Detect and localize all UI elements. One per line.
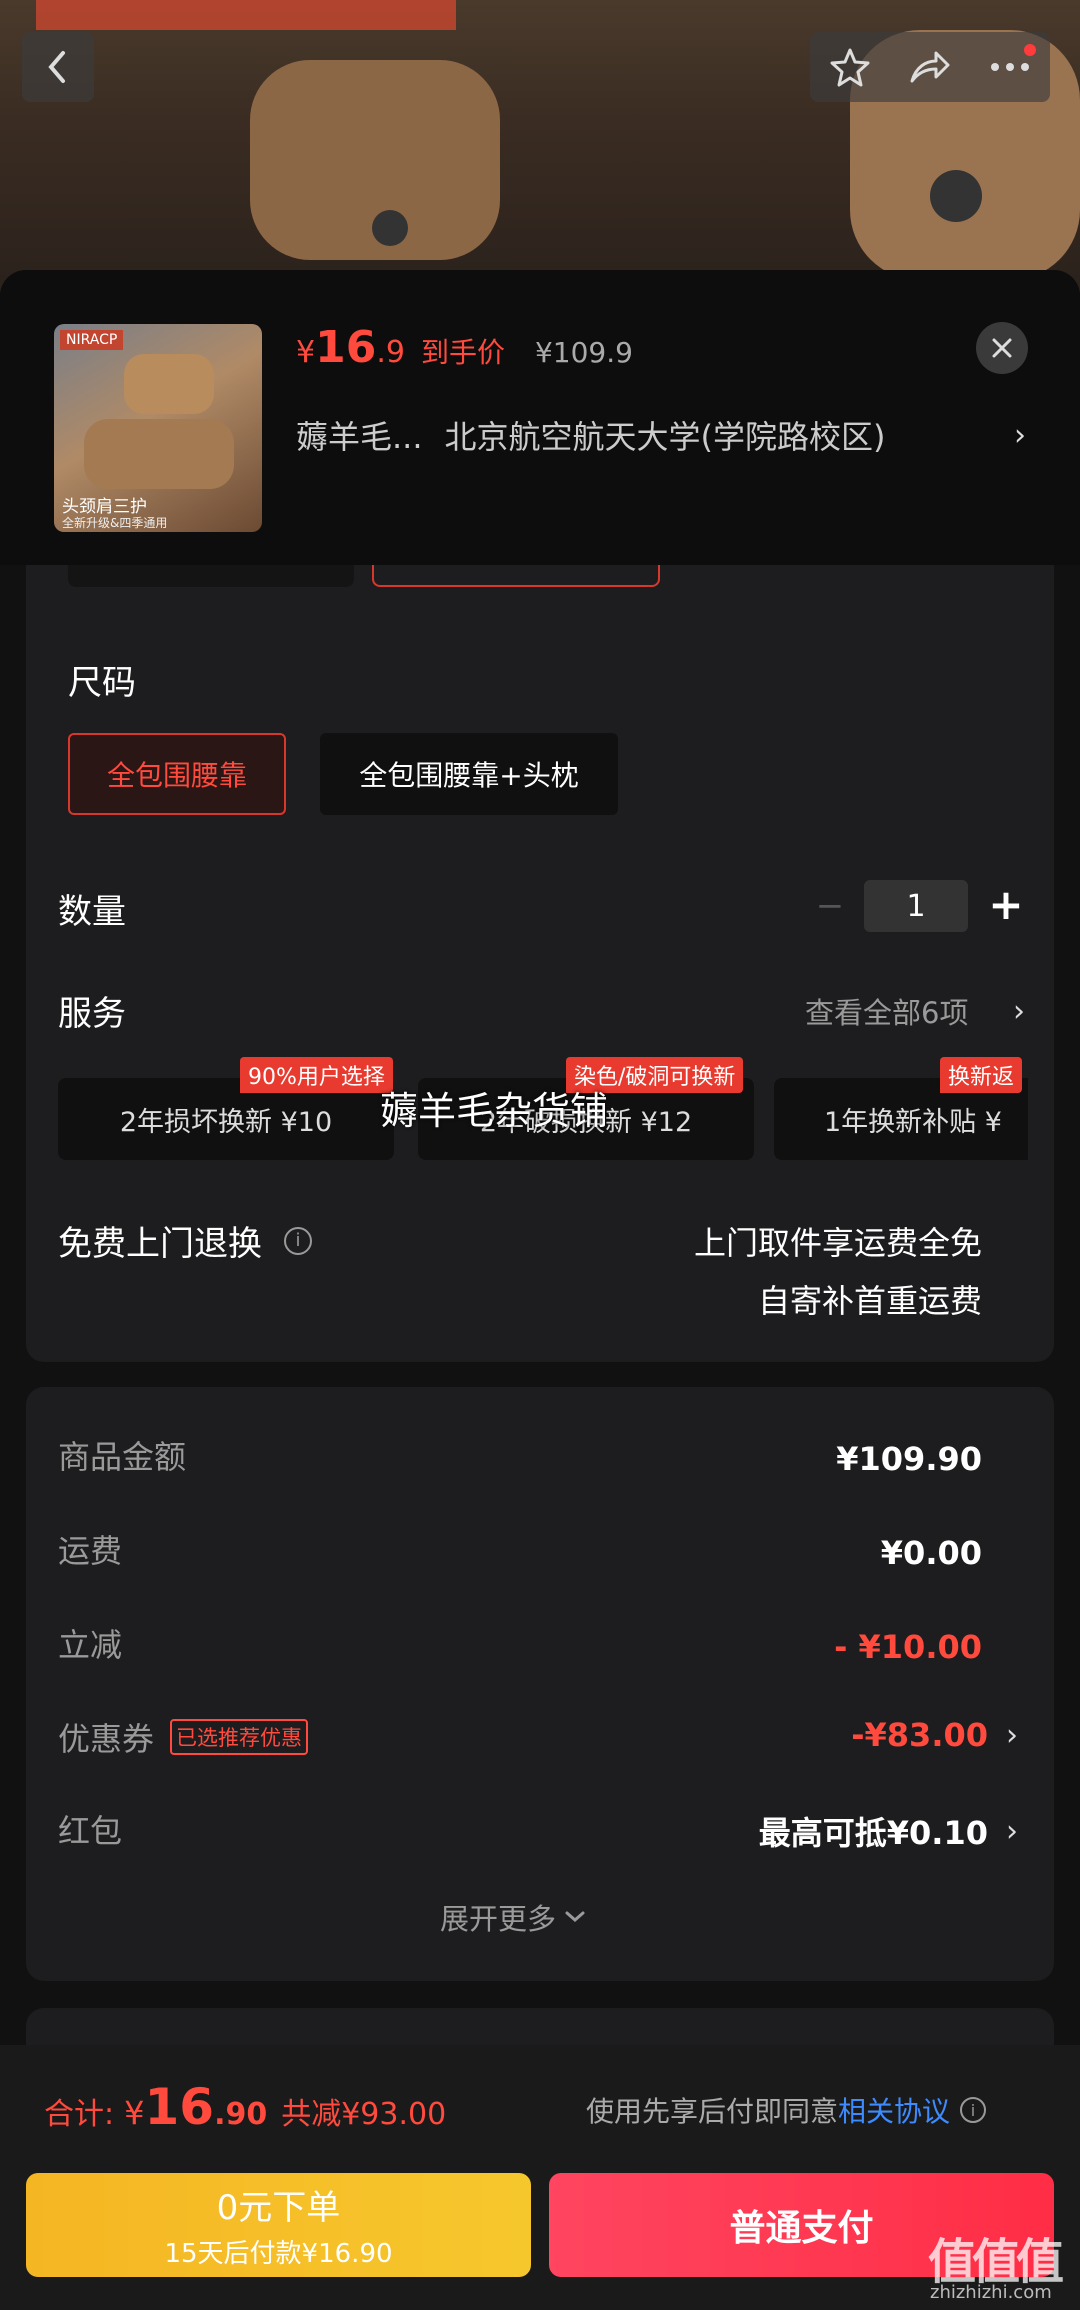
price-label: 到手价 bbox=[420, 336, 505, 369]
share-button[interactable] bbox=[890, 47, 970, 87]
site-watermark-url: zhizhizhi.com bbox=[930, 2282, 1052, 2303]
size-option[interactable]: 全包围腰靠+头枕 bbox=[320, 733, 618, 815]
pay-later-subtitle: 15天后付款¥16.90 bbox=[164, 2239, 393, 2269]
redpacket-selector[interactable]: 最高可抵¥0.10 › bbox=[640, 1808, 1018, 1854]
delivery-address: 北京航空航天大学(学院路校区) bbox=[444, 418, 886, 456]
total-saved: 共减¥93.00 bbox=[281, 2097, 447, 2132]
summary-value-discount: - ¥10.00 bbox=[834, 1628, 982, 1666]
thumbnail-subcaption: 全新升级&四季通用 bbox=[62, 516, 168, 530]
brand-badge bbox=[930, 170, 982, 222]
info-icon[interactable]: i bbox=[960, 2097, 987, 2123]
favorite-button[interactable] bbox=[810, 47, 890, 87]
price-symbol: ¥ bbox=[296, 335, 316, 370]
total-decimal: .90 bbox=[214, 2097, 268, 2132]
summary-label-subtotal: 商品金额 bbox=[58, 1438, 187, 1476]
service-tag-clip: 换新返 bbox=[940, 1057, 1028, 1093]
size-title: 尺码 bbox=[68, 663, 136, 703]
pay-later-button[interactable]: 0元下单 15天后付款¥16.90 bbox=[26, 2173, 531, 2277]
more-button[interactable] bbox=[970, 44, 1050, 72]
close-button[interactable] bbox=[976, 322, 1028, 374]
service-title: 服务 bbox=[58, 994, 126, 1034]
service-tag: 90%用户选择 bbox=[240, 1057, 393, 1093]
quantity-title: 数量 bbox=[58, 892, 126, 932]
coupon-selector[interactable]: -¥83.00 › bbox=[700, 1716, 1018, 1754]
summary-label-discount: 立减 bbox=[58, 1626, 123, 1664]
close-icon bbox=[992, 338, 1012, 358]
quantity-minus-button[interactable]: − bbox=[800, 878, 860, 934]
agreement-link[interactable]: 相关协议 bbox=[838, 2090, 950, 2130]
color-option-partial[interactable] bbox=[68, 565, 354, 587]
brand-badge bbox=[372, 210, 408, 246]
back-button[interactable] bbox=[22, 32, 94, 102]
info-icon[interactable]: i bbox=[284, 1226, 312, 1255]
summary-label-coupon: 优惠券 bbox=[58, 1720, 155, 1758]
product-thumbnail[interactable]: NIRACP 头颈肩三护 全新升级&四季通用 bbox=[54, 324, 262, 532]
service-tag: 换新返 bbox=[940, 1057, 1023, 1093]
notification-dot bbox=[1024, 44, 1036, 56]
agreement-prefix: 使用先享后付即同意 bbox=[586, 2095, 839, 2128]
share-icon bbox=[910, 51, 950, 83]
chevron-left-icon bbox=[48, 51, 65, 83]
size-option-selected[interactable]: 全包围腰靠 bbox=[68, 733, 286, 815]
header-divider bbox=[0, 540, 1080, 565]
price-row: ¥ 16 .9 到手价 ¥109.9 bbox=[296, 322, 633, 373]
return-service-line1: 上门取件享运费全免 bbox=[693, 1224, 982, 1262]
thumbnail-headrest bbox=[124, 354, 214, 414]
chevron-down-icon bbox=[565, 1911, 585, 1922]
summary-label-shipping: 运费 bbox=[58, 1532, 123, 1570]
return-service-row[interactable]: 免费上门退换 i bbox=[58, 1216, 312, 1265]
quantity-input[interactable]: 1 bbox=[864, 880, 968, 932]
return-service-line2: 自寄补首重运费 bbox=[757, 1282, 982, 1320]
expand-more-label: 展开更多 bbox=[440, 1902, 557, 1936]
return-service-detail: 上门取件享运费全免 自寄补首重运费 bbox=[560, 1214, 982, 1330]
price-integer: 16 bbox=[315, 322, 377, 373]
quantity-plus-button[interactable]: + bbox=[978, 874, 1034, 934]
shop-name: 薅羊毛... bbox=[296, 418, 423, 456]
summary-value-coupon: -¥83.00 bbox=[851, 1716, 988, 1754]
original-price: ¥109.9 bbox=[534, 336, 633, 369]
star-icon bbox=[830, 48, 870, 87]
total-integer: 16 bbox=[144, 2078, 215, 2136]
service-view-all[interactable]: 查看全部6项 › bbox=[805, 990, 1025, 1032]
return-service-title: 免费上门退换 bbox=[58, 1224, 262, 1264]
thumbnail-brand-tag: NIRACP bbox=[60, 330, 124, 350]
pay-later-title: 0元下单 bbox=[216, 2188, 341, 2228]
total-symbol: ¥ bbox=[124, 2094, 145, 2132]
coupon-row-label: 优惠券 已选推荐优惠 bbox=[58, 1714, 309, 1760]
chevron-right-icon: › bbox=[1006, 1717, 1018, 1753]
expand-more-button[interactable]: 展开更多 bbox=[440, 1896, 586, 1938]
summary-value-redpacket: 最高可抵¥0.10 bbox=[758, 1814, 988, 1852]
more-icon bbox=[991, 63, 1029, 71]
brand-banner bbox=[36, 0, 456, 30]
total-label: 合计: bbox=[44, 2097, 115, 2132]
chevron-right-icon: › bbox=[1013, 993, 1025, 1029]
price-decimal: .9 bbox=[376, 335, 405, 370]
summary-label-redpacket: 红包 bbox=[58, 1812, 123, 1850]
total-price: 合计: ¥ 16 .90 共减¥93.00 bbox=[44, 2078, 446, 2136]
color-option-partial-selected[interactable] bbox=[372, 565, 660, 587]
chevron-right-icon: › bbox=[1006, 1813, 1018, 1849]
coupon-badge: 已选推荐优惠 bbox=[170, 1719, 309, 1755]
address-row[interactable]: 薅羊毛... 北京航空航天大学(学院路校区) › bbox=[296, 412, 1026, 458]
chevron-right-icon: › bbox=[1014, 417, 1026, 453]
service-view-all-label: 查看全部6项 bbox=[805, 996, 969, 1030]
thumbnail-lumbar bbox=[84, 419, 234, 489]
summary-value-subtotal: ¥109.90 bbox=[836, 1440, 982, 1478]
watermark-text: 薅羊毛杂货铺 bbox=[380, 1089, 609, 1133]
agreement-text: 使用先享后付即同意 相关协议 i bbox=[586, 2090, 987, 2130]
summary-value-shipping: ¥0.00 bbox=[880, 1534, 982, 1572]
top-actions bbox=[810, 32, 1050, 102]
